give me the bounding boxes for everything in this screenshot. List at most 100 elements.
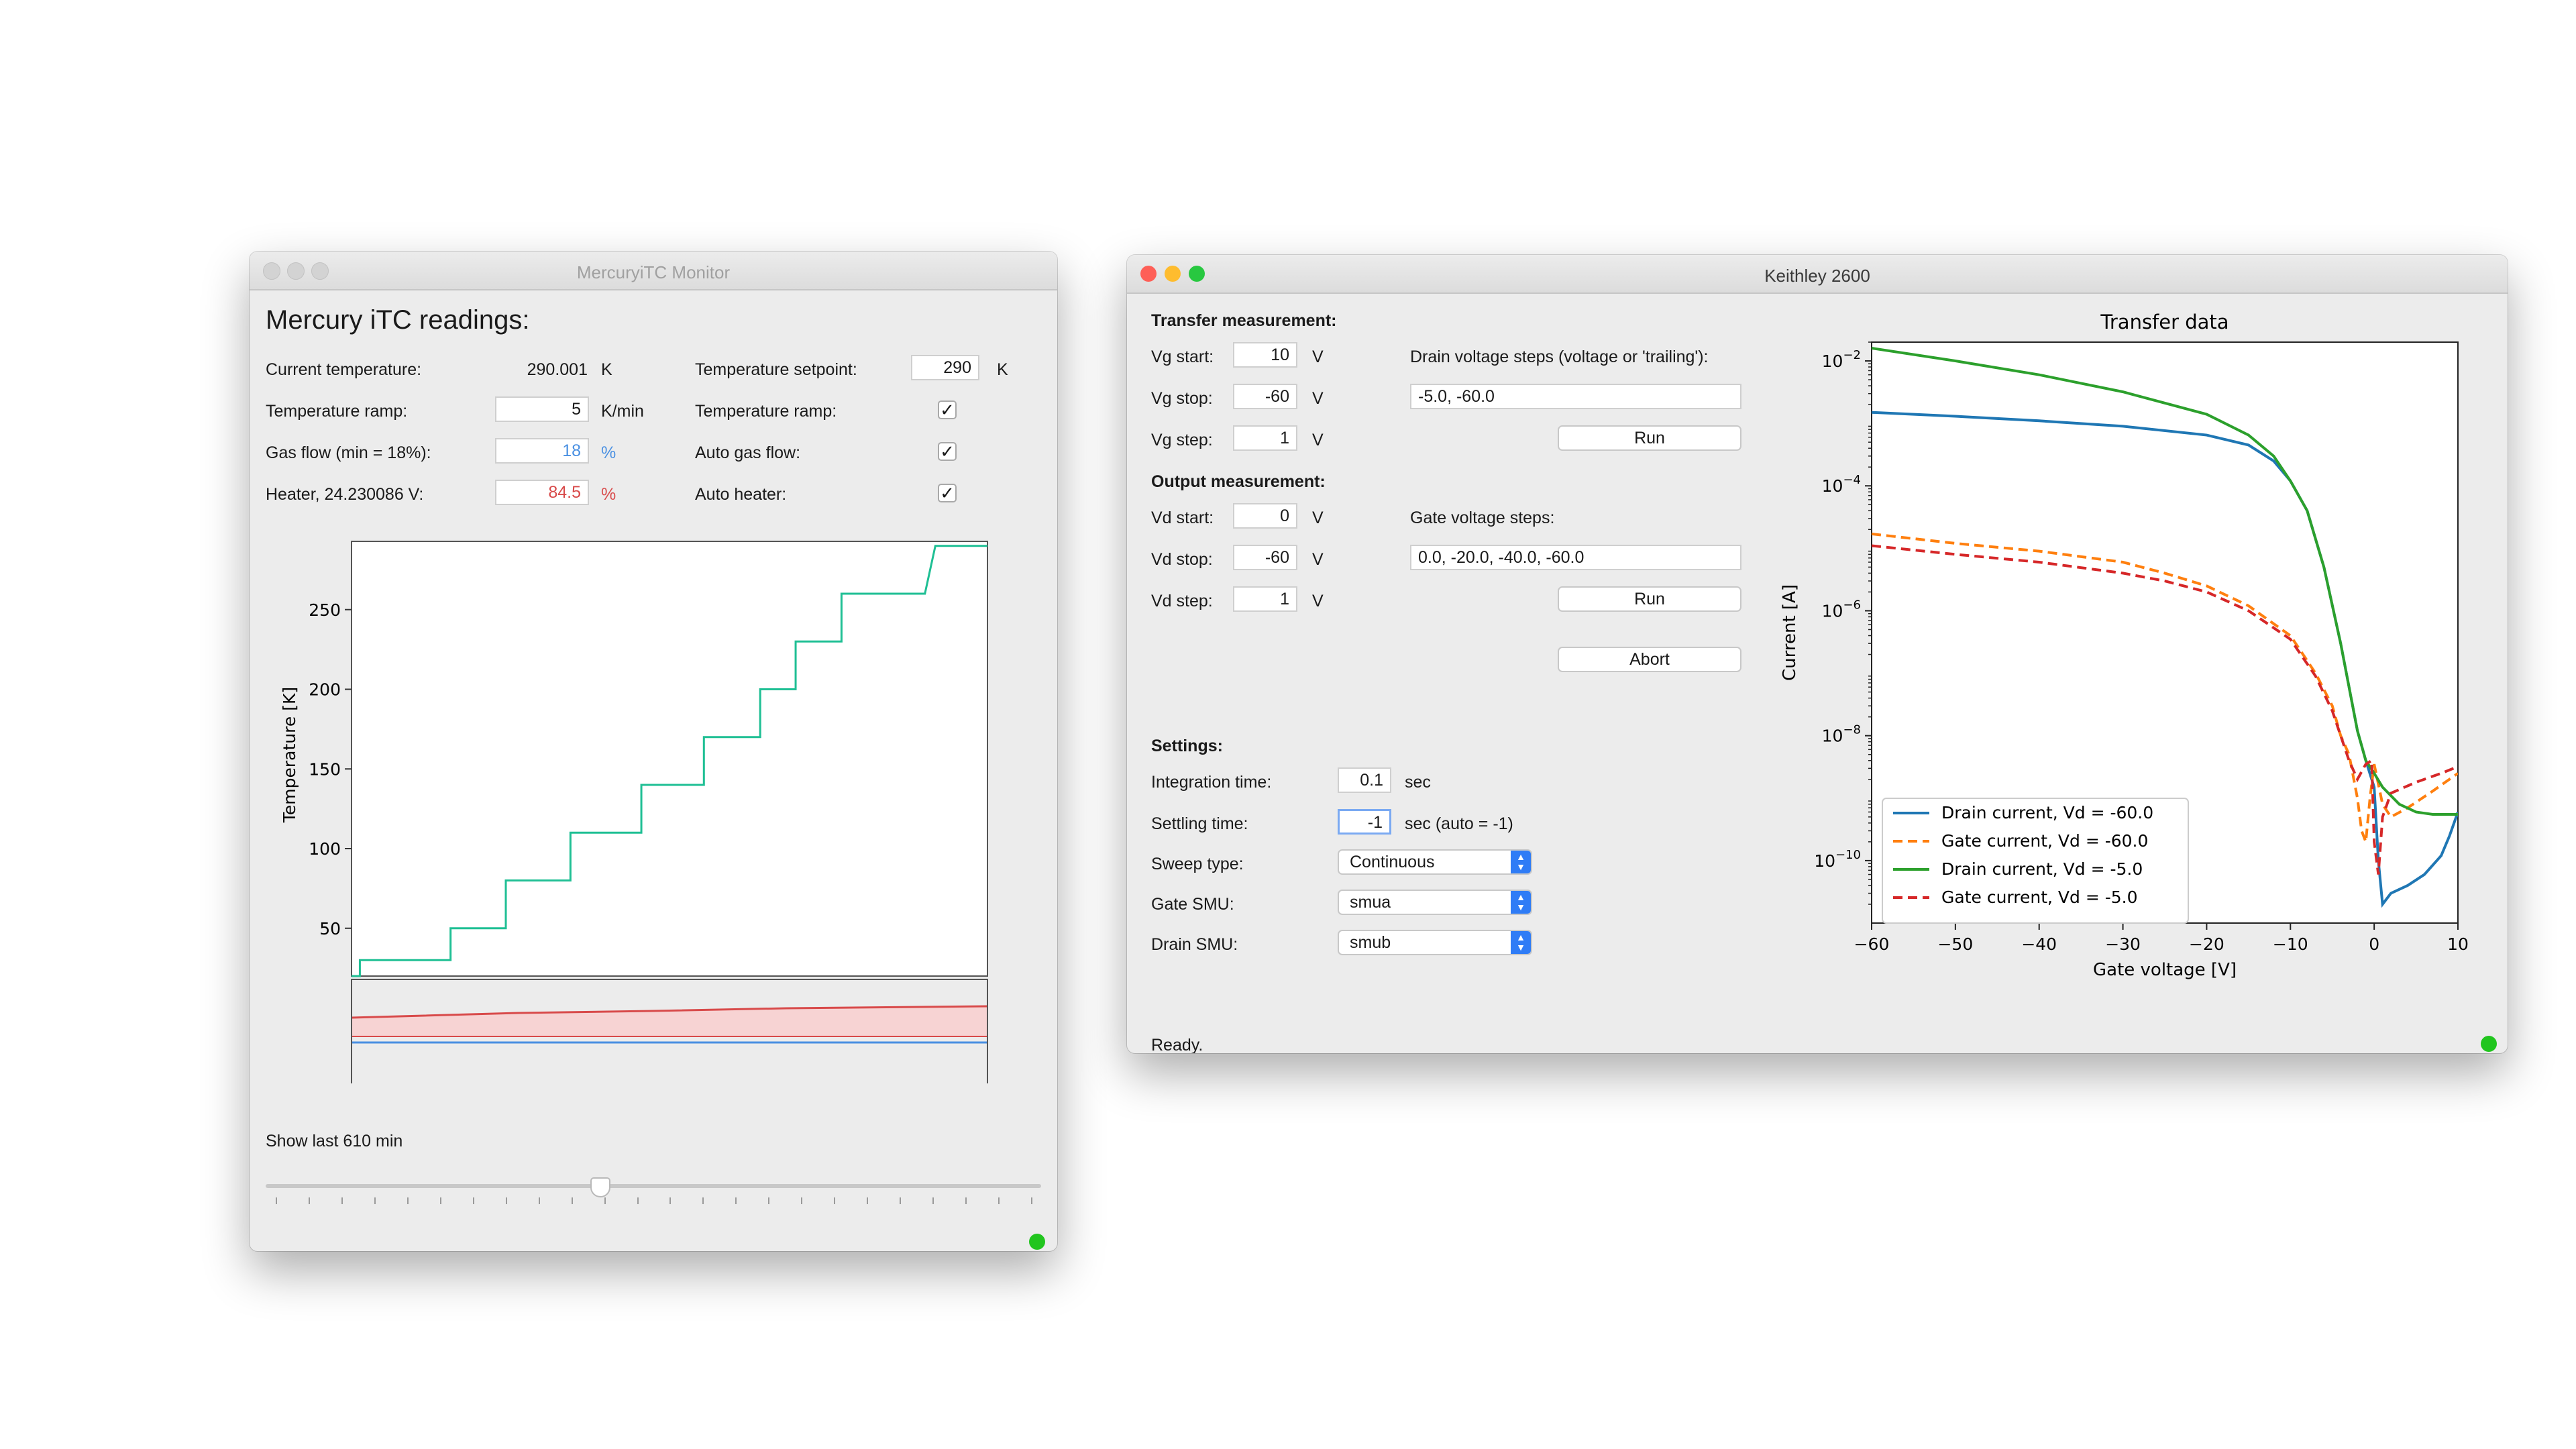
drain-steps-label: Drain voltage steps (voltage or 'trailin… bbox=[1410, 347, 1709, 366]
ramp-rate-field[interactable]: 5 bbox=[495, 396, 589, 422]
x-tick-label: −40 bbox=[2021, 934, 2057, 954]
vg-stop-label: Vg stop: bbox=[1151, 389, 1213, 408]
mercury-window: MercuryiTC Monitor Mercury iTC readings:… bbox=[250, 252, 1057, 1251]
vd-start-unit: V bbox=[1312, 508, 1324, 527]
vd-stop-label: Vd stop: bbox=[1151, 550, 1213, 569]
setpoint-unit: K bbox=[997, 360, 1008, 379]
legend-entry: Drain current, Vd = -5.0 bbox=[1941, 859, 2143, 879]
vg-step-field[interactable]: 1 bbox=[1233, 425, 1297, 451]
gas-flow-field[interactable]: 18 bbox=[495, 438, 589, 464]
slider-tick bbox=[932, 1197, 934, 1204]
slider-tick bbox=[768, 1197, 770, 1204]
keithley-window: Keithley 2600 Transfer measurement: Vg s… bbox=[1127, 255, 2508, 1053]
ramp-enable-checkbox[interactable]: ✓ bbox=[938, 400, 957, 419]
temperature-plot: 50 100 150 200 250 Temperature [K] bbox=[280, 541, 988, 1083]
heater-field[interactable]: 84.5 bbox=[495, 480, 589, 505]
slider-tick bbox=[308, 1197, 310, 1204]
x-tick-label: −20 bbox=[2189, 934, 2224, 954]
vg-step-unit: V bbox=[1312, 431, 1324, 449]
transfer-run-button[interactable]: Run bbox=[1558, 425, 1741, 451]
temperature-y-axis: 50 100 150 200 250 bbox=[309, 600, 352, 938]
slider-tick bbox=[669, 1197, 672, 1204]
setpoint-field[interactable]: 290 bbox=[911, 355, 979, 380]
slider-tick bbox=[604, 1197, 606, 1204]
y-tick-label: 10−8 bbox=[1822, 723, 1861, 746]
abort-button[interactable]: Abort bbox=[1558, 647, 1741, 672]
sweep-type-select[interactable]: Continuous ▲ ▼ bbox=[1338, 849, 1532, 875]
select-arrows-icon: ▲ ▼ bbox=[1511, 891, 1531, 914]
vd-stop-field[interactable]: -60 bbox=[1233, 545, 1297, 570]
vg-start-unit: V bbox=[1312, 347, 1324, 366]
settling-time-label: Settling time: bbox=[1151, 814, 1248, 833]
settling-time-field[interactable]: -1 bbox=[1338, 809, 1391, 835]
slider-tick bbox=[571, 1197, 573, 1204]
slider-tick bbox=[341, 1197, 343, 1204]
slider-tick bbox=[374, 1197, 376, 1204]
gate-smu-select[interactable]: smua ▲ ▼ bbox=[1338, 890, 1532, 915]
slider-tick bbox=[801, 1197, 803, 1204]
output-run-button[interactable]: Run bbox=[1558, 586, 1741, 612]
ramp-rate-label: Temperature ramp: bbox=[266, 402, 408, 421]
select-arrows-icon: ▲ ▼ bbox=[1511, 931, 1531, 954]
slider-tick bbox=[702, 1197, 704, 1204]
slider-tick bbox=[998, 1197, 1000, 1204]
integration-time-unit: sec bbox=[1405, 773, 1431, 792]
slider-tick bbox=[538, 1197, 540, 1204]
drain-smu-select[interactable]: smub ▲ ▼ bbox=[1338, 930, 1532, 955]
window-title: Keithley 2600 bbox=[1764, 266, 1870, 286]
x-tick-label: 10 bbox=[2447, 934, 2469, 954]
gate-steps-field[interactable]: 0.0, -20.0, -40.0, -60.0 bbox=[1410, 545, 1741, 570]
x-tick-label: −10 bbox=[2273, 934, 2308, 954]
gate-smu-label: Gate SMU: bbox=[1151, 895, 1234, 914]
vg-start-field[interactable]: 10 bbox=[1233, 342, 1297, 368]
select-arrows-icon: ▲ ▼ bbox=[1511, 851, 1531, 873]
transfer-plot: Transfer data −60 −50 −40 −30 −20 −10 0 10 10−2… bbox=[1780, 311, 2469, 980]
vd-step-field[interactable]: 1 bbox=[1233, 586, 1297, 612]
keithley-titlebar[interactable]: Keithley 2600 bbox=[1127, 255, 2508, 294]
y-tick-label: 10−10 bbox=[1814, 848, 1861, 871]
auto-gas-checkbox[interactable]: ✓ bbox=[938, 442, 957, 461]
vd-stop-unit: V bbox=[1312, 550, 1324, 569]
x-tick-label: 0 bbox=[2369, 934, 2379, 954]
auto-heater-checkbox[interactable]: ✓ bbox=[938, 484, 957, 502]
status-led bbox=[2481, 1036, 2497, 1052]
settings-header: Settings: bbox=[1151, 737, 1223, 755]
status-led bbox=[1029, 1234, 1045, 1250]
vd-step-unit: V bbox=[1312, 592, 1324, 610]
vg-stop-field[interactable]: -60 bbox=[1233, 384, 1297, 409]
time-range-slider[interactable] bbox=[266, 1177, 1041, 1218]
ramp-enable-label: Temperature ramp: bbox=[695, 402, 837, 421]
slider-tick bbox=[834, 1197, 836, 1204]
drain-steps-field[interactable]: -5.0, -60.0 bbox=[1410, 384, 1741, 409]
show-last-label: Show last 610 min bbox=[266, 1132, 403, 1150]
mercury-titlebar[interactable]: MercuryiTC Monitor bbox=[250, 252, 1057, 290]
integration-time-field[interactable]: 0.1 bbox=[1338, 767, 1391, 793]
auto-heater-label: Auto heater: bbox=[695, 485, 787, 504]
slider-tick bbox=[637, 1197, 639, 1204]
vg-step-label: Vg step: bbox=[1151, 431, 1213, 449]
drain-smu-label: Drain SMU: bbox=[1151, 935, 1238, 954]
legend-entry: Gate current, Vd = -60.0 bbox=[1941, 831, 2148, 851]
auto-gas-label: Auto gas flow: bbox=[695, 443, 801, 462]
settling-time-unit: sec (auto = -1) bbox=[1405, 814, 1513, 833]
y-tick-label: 200 bbox=[309, 680, 341, 700]
gate-smu-value: smua bbox=[1350, 893, 1391, 912]
transfer-x-axis-label: Gate voltage [V] bbox=[2093, 960, 2237, 980]
sweep-type-label: Sweep type: bbox=[1151, 855, 1244, 873]
y-tick-label: 150 bbox=[309, 759, 341, 779]
x-tick-label: −60 bbox=[1854, 934, 1890, 954]
x-tick-label: −30 bbox=[2105, 934, 2141, 954]
slider-thumb[interactable] bbox=[590, 1177, 611, 1197]
legend-entry: Drain current, Vd = -60.0 bbox=[1941, 803, 2153, 822]
heater-label: Heater, 24.230086 V: bbox=[266, 485, 424, 504]
transfer-header: Transfer measurement: bbox=[1151, 311, 1337, 330]
vd-start-field[interactable]: 0 bbox=[1233, 503, 1297, 529]
slider-tick bbox=[867, 1197, 869, 1204]
vd-start-label: Vd start: bbox=[1151, 508, 1214, 527]
setpoint-label: Temperature setpoint: bbox=[695, 360, 857, 379]
y-tick-label: 10−2 bbox=[1822, 348, 1861, 371]
sweep-type-value: Continuous bbox=[1350, 853, 1435, 871]
drain-smu-value: smub bbox=[1350, 933, 1391, 952]
slider-tick bbox=[735, 1197, 737, 1204]
transfer-x-axis: −60 −50 −40 −30 −20 −10 0 10 bbox=[1854, 923, 2469, 954]
